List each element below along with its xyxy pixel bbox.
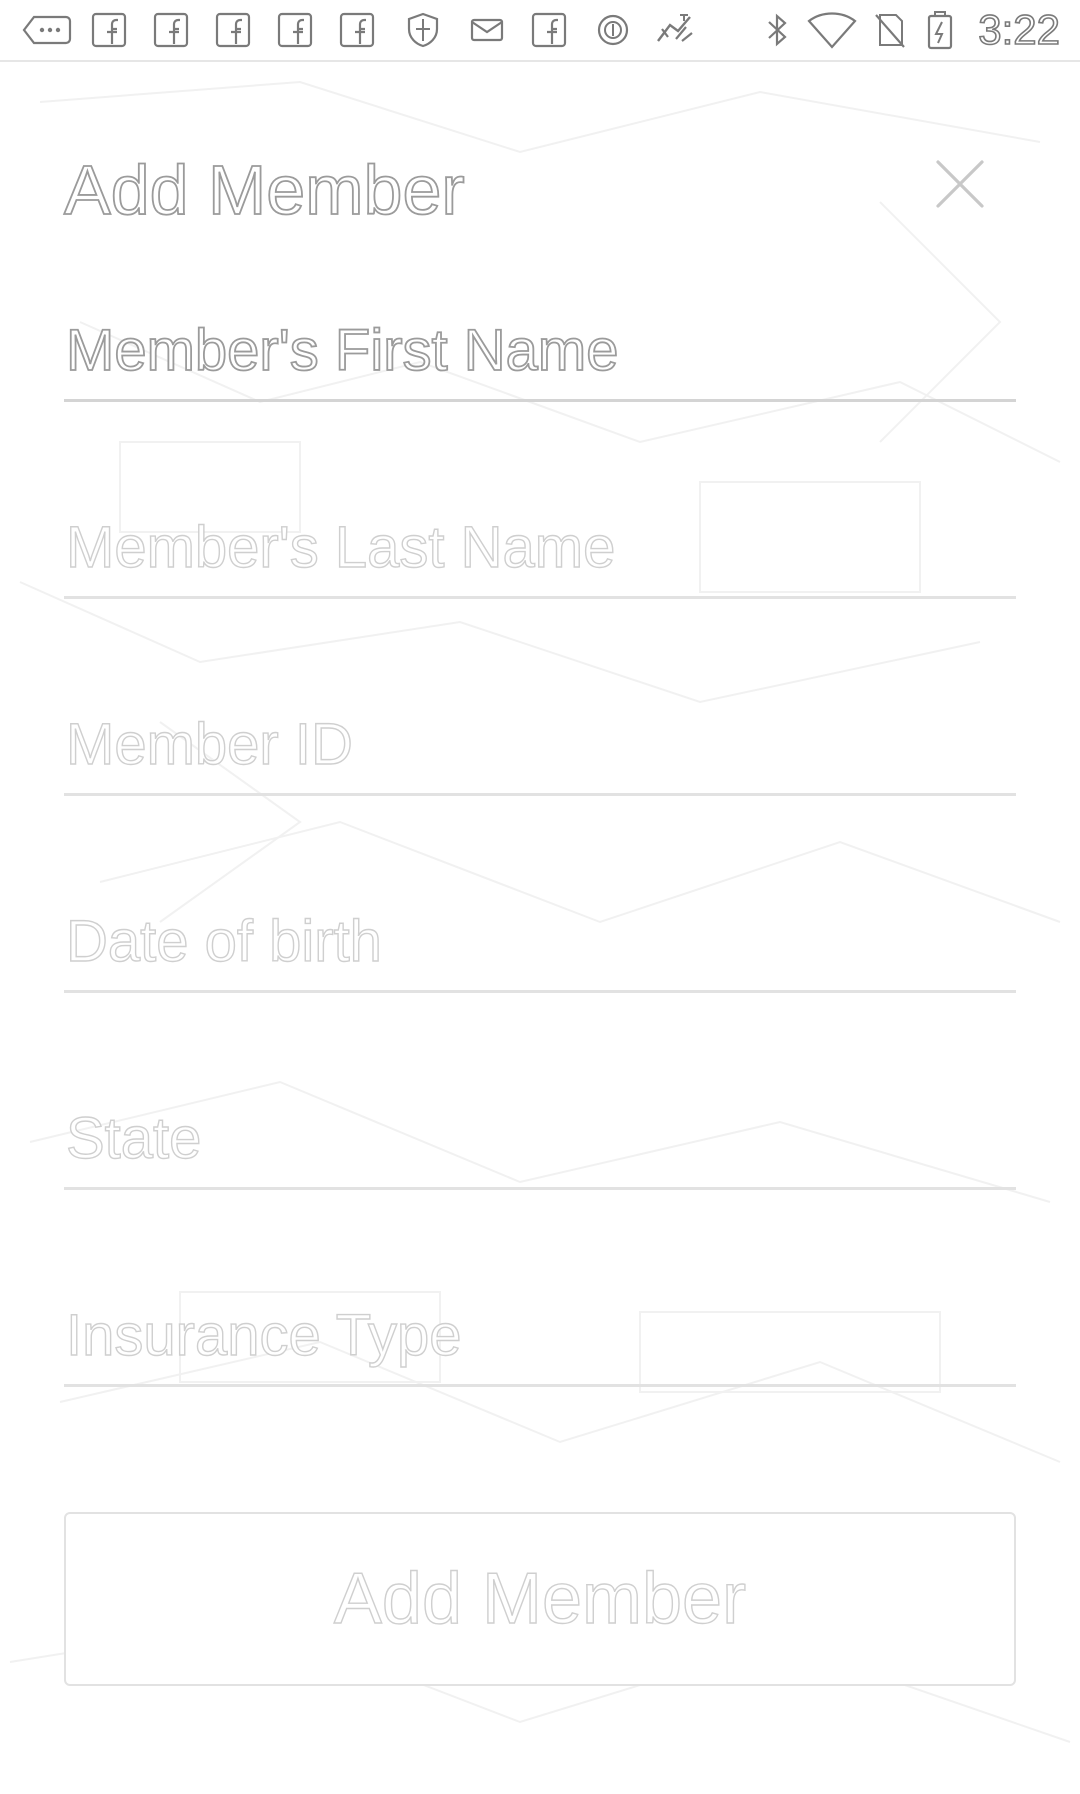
facebook-icon [530, 11, 568, 49]
status-bar: 3:22 [0, 0, 1080, 62]
first-name-field[interactable]: Member's First Name [64, 282, 1016, 402]
bluetooth-icon [762, 11, 792, 49]
state-field[interactable]: State [64, 1070, 1016, 1190]
first-name-underline [64, 399, 1016, 402]
status-time: 3:22 [977, 5, 1060, 54]
member-id-field[interactable]: Member ID [64, 676, 1016, 796]
facebook-icon [90, 11, 128, 49]
mail-icon [468, 11, 506, 49]
insurance-type-field[interactable]: Insurance Type [64, 1267, 1016, 1387]
wifi-icon [806, 11, 858, 49]
facebook-icon [276, 11, 314, 49]
state-placeholder: State [65, 1105, 202, 1171]
add-member-screen: 3:22 Add Member Member's First Name Memb… [0, 0, 1080, 1794]
dob-field[interactable]: Date of birth [64, 873, 1016, 993]
no-sim-icon [872, 11, 908, 49]
add-member-button[interactable]: Add Member [64, 1512, 1016, 1686]
close-button[interactable] [932, 156, 988, 212]
dob-placeholder: Date of birth [65, 908, 382, 974]
member-id-placeholder: Member ID [65, 711, 353, 777]
more-icon [22, 11, 72, 49]
battery-charging-icon [926, 11, 954, 50]
first-name-placeholder: Member's First Name [65, 317, 619, 384]
facebook-icon [214, 11, 252, 49]
facebook-icon [338, 11, 376, 49]
shield-icon [404, 11, 442, 49]
insurance-type-placeholder: Insurance Type [65, 1302, 462, 1368]
circle-icon [594, 11, 632, 49]
facebook-icon [152, 11, 190, 49]
page-title: Add Member [63, 150, 466, 230]
last-name-underline [64, 596, 1016, 599]
insurance-type-underline [64, 1384, 1016, 1387]
last-name-field[interactable]: Member's Last Name [64, 479, 1016, 599]
close-icon [936, 160, 984, 208]
last-name-placeholder: Member's Last Name [65, 514, 616, 580]
state-underline [64, 1187, 1016, 1190]
fax-icon [652, 11, 698, 49]
dob-underline [64, 990, 1016, 993]
member-id-underline [64, 793, 1016, 796]
